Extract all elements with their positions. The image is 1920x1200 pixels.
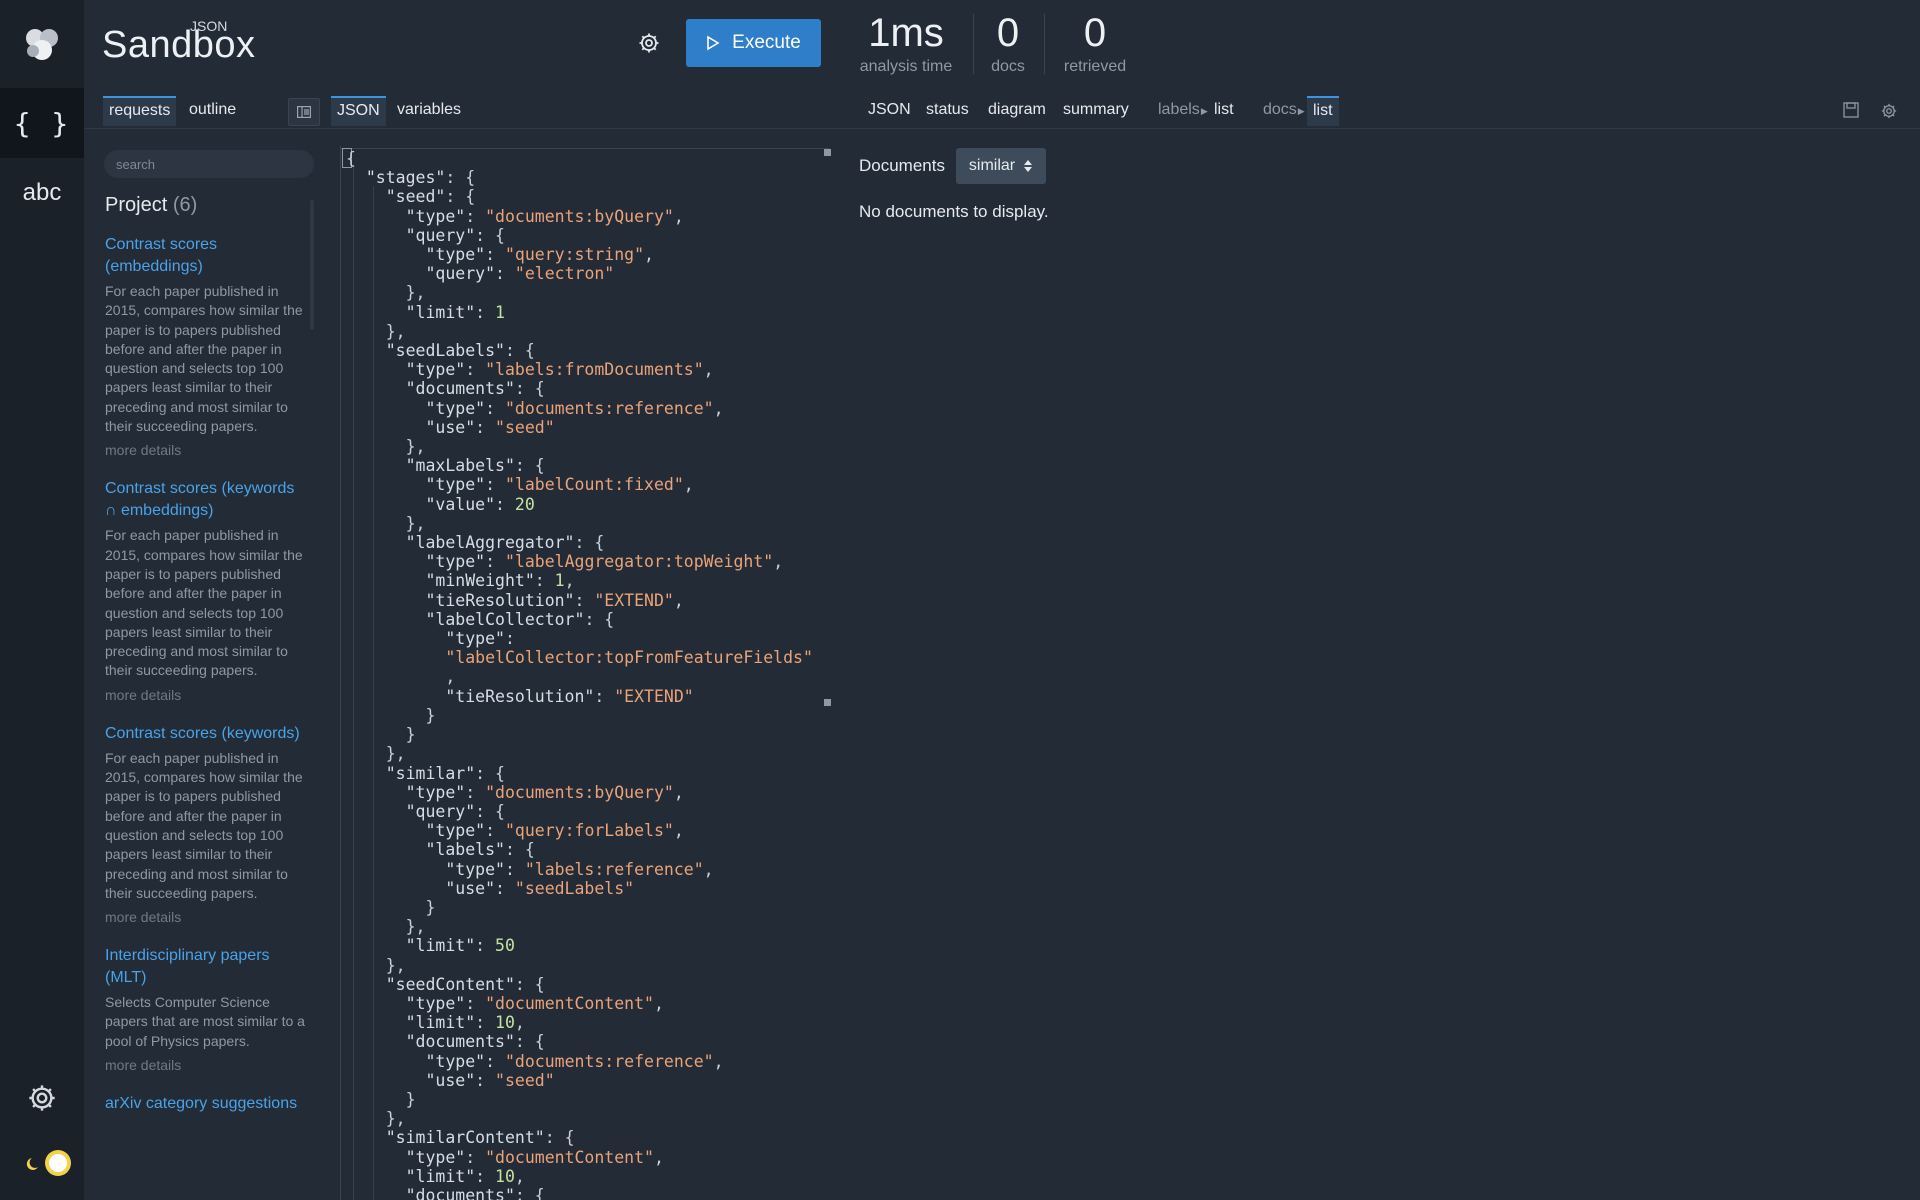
documents-label: Documents bbox=[859, 156, 945, 175]
project-title: Project (6) bbox=[105, 194, 197, 217]
tab-variables[interactable]: variables bbox=[391, 96, 467, 126]
editor-fold-marker[interactable] bbox=[824, 699, 831, 706]
request-description: Selects Computer Science papers that are… bbox=[105, 994, 305, 1049]
list-item: Interdisciplinary papers (MLT) Selects C… bbox=[105, 945, 305, 1073]
tab-diagram[interactable]: diagram bbox=[982, 96, 1052, 126]
rail-json-sandbox[interactable]: { } bbox=[0, 88, 84, 158]
theme-toggle-icon[interactable] bbox=[20, 1148, 74, 1178]
list-item: arXiv category suggestions bbox=[105, 1093, 305, 1115]
request-description: For each paper published in 2015, compar… bbox=[105, 283, 303, 435]
stat-analysis-time: 1ms analysis time bbox=[858, 10, 954, 76]
stat-value: 0 bbox=[996, 11, 1020, 55]
brand-title: Sandbox bbox=[102, 24, 256, 66]
stat-value: 1ms bbox=[868, 11, 944, 55]
request-title-link[interactable]: Interdisciplinary papers (MLT) bbox=[105, 945, 305, 989]
list-item: Contrast scores (keywords) For each pape… bbox=[105, 723, 305, 925]
docs-group-label: docs bbox=[1263, 101, 1297, 118]
icon-rail: { } abc bbox=[0, 0, 84, 1200]
stat-divider bbox=[1044, 14, 1045, 74]
more-details-link[interactable]: more details bbox=[105, 442, 305, 458]
json-braces-icon: { } bbox=[13, 106, 71, 140]
more-details-link[interactable]: more details bbox=[105, 1057, 305, 1073]
list-item: Contrast scores (keywords ∩ embeddings) … bbox=[105, 478, 305, 702]
project-count: (6) bbox=[172, 194, 198, 216]
abc-icon: abc bbox=[22, 179, 62, 206]
stat-retrieved: 0 retrieved bbox=[1060, 10, 1130, 76]
arrow-right-icon: ▶ bbox=[1200, 106, 1208, 116]
editor-fold-marker[interactable] bbox=[824, 149, 831, 156]
tab-row-divider bbox=[84, 128, 1920, 129]
tab-json-editor[interactable]: JSON bbox=[331, 96, 386, 126]
logo-icon bbox=[26, 29, 58, 60]
search-input[interactable] bbox=[104, 150, 314, 178]
project-title-text: Project bbox=[105, 194, 168, 216]
panel-toggle-button[interactable] bbox=[288, 98, 320, 126]
save-icon[interactable] bbox=[1842, 101, 1860, 119]
stat-label: retrieved bbox=[1063, 58, 1127, 75]
tab-outline[interactable]: outline bbox=[183, 96, 242, 126]
gear-icon[interactable] bbox=[1880, 102, 1898, 120]
list-item: Contrast scores (embeddings) For each pa… bbox=[105, 234, 305, 458]
app-brand: JSON Sandbox bbox=[102, 18, 262, 68]
more-details-link[interactable]: more details bbox=[105, 909, 305, 925]
tab-status[interactable]: status bbox=[920, 96, 975, 126]
tab-docs-list[interactable]: list bbox=[1307, 96, 1339, 126]
request-title-link[interactable]: arXiv category suggestions bbox=[105, 1093, 305, 1115]
labels-group-label: labels bbox=[1158, 101, 1200, 118]
execute-label: Execute bbox=[732, 32, 801, 53]
request-title-link[interactable]: Contrast scores (keywords) bbox=[105, 723, 305, 745]
sidebar-scrollbar[interactable] bbox=[310, 200, 314, 330]
tab-result-json[interactable]: JSON bbox=[862, 96, 917, 126]
rail-text-tool[interactable]: abc bbox=[0, 158, 84, 228]
request-title-link[interactable]: Contrast scores (embeddings) bbox=[105, 234, 305, 278]
settings-gear-icon[interactable] bbox=[637, 31, 661, 55]
json-code[interactable]: { "stages": { "seed": { "type": "documen… bbox=[346, 149, 813, 1200]
request-description: For each paper published in 2015, compar… bbox=[105, 527, 303, 679]
tab-labels-list[interactable]: list bbox=[1208, 96, 1240, 126]
sort-arrows-icon bbox=[1024, 160, 1033, 172]
request-description: For each paper published in 2015, compar… bbox=[105, 749, 303, 901]
documents-source-select[interactable]: similar bbox=[956, 148, 1046, 184]
empty-documents-message: No documents to display. bbox=[859, 202, 1049, 221]
stat-value: 0 bbox=[1083, 11, 1107, 55]
stat-label: docs bbox=[991, 58, 1025, 75]
tab-summary[interactable]: summary bbox=[1057, 96, 1135, 126]
stat-docs: 0 docs bbox=[985, 10, 1031, 76]
arrow-right-icon: ▶ bbox=[1297, 106, 1305, 116]
gear-icon[interactable] bbox=[26, 1082, 58, 1114]
stat-label: analysis time bbox=[859, 58, 953, 75]
tab-requests[interactable]: requests bbox=[103, 96, 177, 126]
request-title-link[interactable]: Contrast scores (keywords ∩ embeddings) bbox=[105, 478, 305, 522]
more-details-link[interactable]: more details bbox=[105, 687, 305, 703]
tab-docs-group: docs▶ bbox=[1257, 96, 1312, 126]
play-icon bbox=[707, 35, 720, 51]
stat-divider bbox=[973, 14, 974, 74]
panel-toggle-icon bbox=[297, 106, 311, 118]
execute-button[interactable]: Execute bbox=[686, 19, 821, 67]
select-value: similar bbox=[968, 157, 1016, 174]
project-list: Contrast scores (embeddings) For each pa… bbox=[105, 234, 305, 1135]
tab-labels-group: labels▶ bbox=[1152, 96, 1215, 126]
